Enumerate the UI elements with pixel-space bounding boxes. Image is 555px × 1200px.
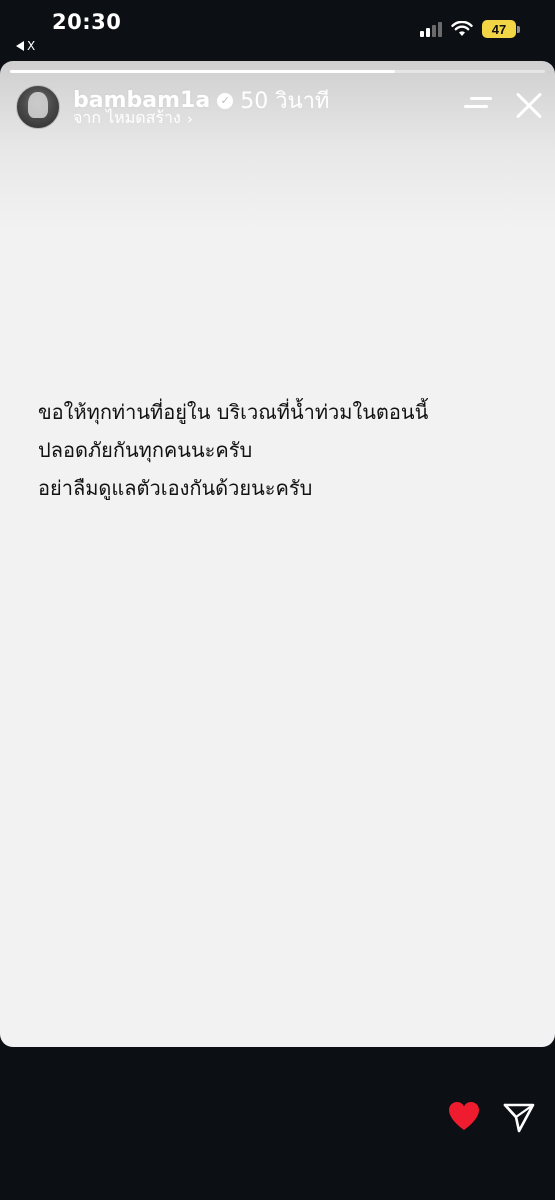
story-progress-fill <box>10 70 396 73</box>
story-source-link[interactable]: จาก ไหมดสร้าง › <box>73 106 193 131</box>
story-text: ขอให้ทุกท่านที่อยู่ใน บริเวณที่น้ำท่วมใน… <box>38 393 528 507</box>
send-icon[interactable] <box>502 1100 536 1134</box>
close-icon[interactable] <box>514 91 544 121</box>
heart-icon[interactable] <box>447 1100 481 1132</box>
story-text-line: อย่าลืมดูแลตัวเองกันด้วยนะครับ <box>38 476 313 500</box>
status-bar: 20:30 X 47 <box>0 0 555 60</box>
avatar[interactable] <box>16 85 60 129</box>
story-progress-bar <box>10 70 545 73</box>
battery-level: 47 <box>482 20 516 38</box>
battery-icon: 47 <box>482 20 520 38</box>
story-text-line: ปลอดภัยกันทุกคนนะครับ <box>38 438 253 462</box>
wifi-icon <box>451 21 473 36</box>
back-to-app-label: X <box>27 39 36 53</box>
status-indicators: 47 <box>420 20 520 38</box>
story-card[interactable]: bambam1a ✓ 50 วินาที จาก ไหมดสร้าง › ขอใ… <box>0 61 555 1047</box>
story-text-line: ขอให้ทุกท่านที่อยู่ใน บริเวณที่น้ำท่วมใน… <box>38 400 429 424</box>
chevron-right-icon: › <box>186 109 193 128</box>
post-time: 50 วินาที <box>240 89 330 114</box>
back-triangle-icon <box>16 41 24 51</box>
cellular-signal-icon <box>420 21 442 37</box>
status-time: 20:30 <box>52 10 122 34</box>
verified-badge-icon: ✓ <box>217 92 234 109</box>
back-to-app-link[interactable]: X <box>16 39 35 53</box>
story-source-label: จาก ไหมดสร้าง <box>73 108 181 127</box>
menu-icon[interactable] <box>464 97 492 115</box>
